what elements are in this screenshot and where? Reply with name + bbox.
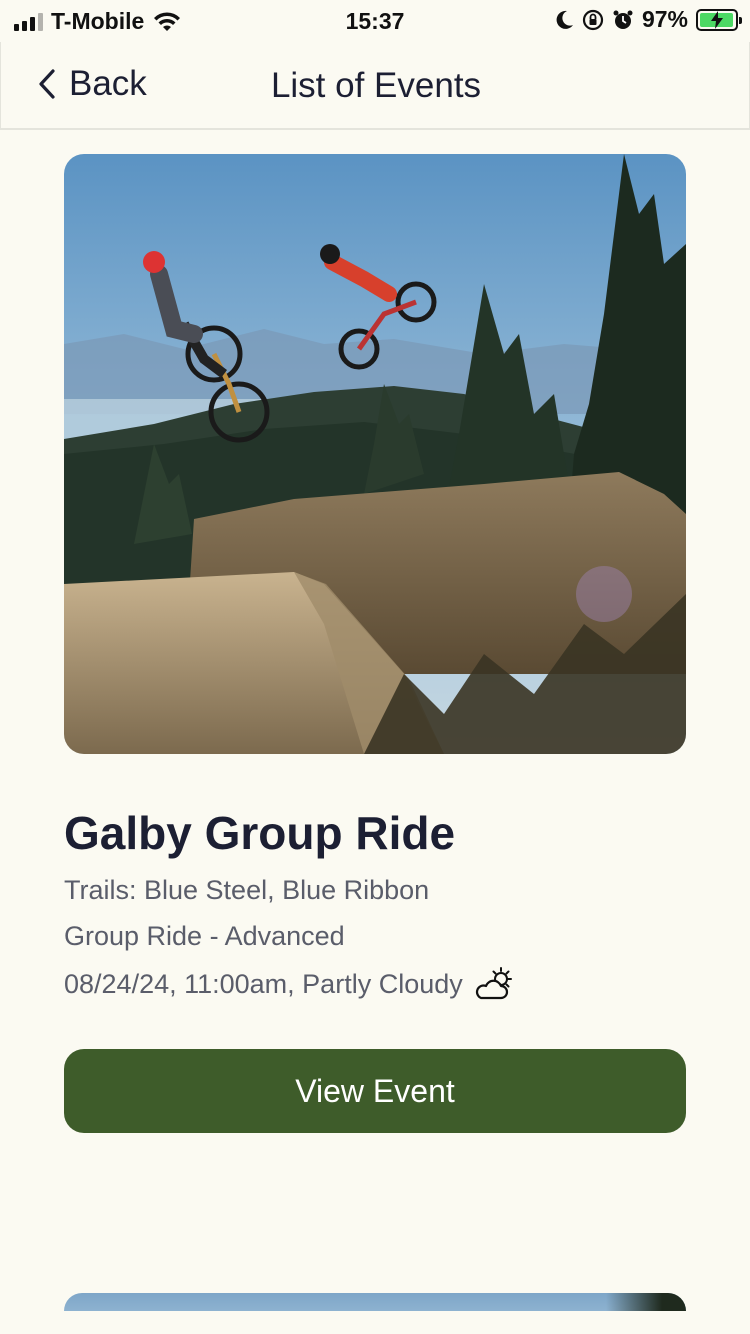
event-image[interactable] bbox=[64, 154, 686, 754]
next-event-image[interactable] bbox=[64, 1293, 686, 1311]
event-trails: Trails: Blue Steel, Blue Ribbon bbox=[64, 875, 430, 905]
battery-charging-icon bbox=[696, 8, 742, 31]
event-title: Galby Group Ride bbox=[64, 807, 456, 859]
orientation-lock-icon bbox=[582, 9, 604, 30]
page-title: List of Events bbox=[270, 66, 482, 105]
event-photo bbox=[64, 154, 686, 754]
moon-icon bbox=[556, 10, 573, 29]
status-bar: T-Mobile 15:37 97% bbox=[0, 0, 750, 42]
status-right: 97% bbox=[554, 6, 742, 33]
event-type: Group Ride - Advanced bbox=[64, 921, 345, 951]
battery-percent: 97% bbox=[641, 6, 688, 32]
nav-bar: Back List of Events bbox=[0, 42, 750, 130]
view-event-button[interactable]: View Event bbox=[64, 1049, 686, 1133]
event-datetime-weather: 08/24/24, 11:00am, Partly Cloudy bbox=[64, 968, 463, 999]
alarm-icon bbox=[613, 10, 633, 29]
event-datetime-weather-row: 08/24/24, 11:00am, Partly Cloudy bbox=[64, 967, 513, 1001]
partly-cloudy-icon bbox=[475, 967, 512, 1000]
